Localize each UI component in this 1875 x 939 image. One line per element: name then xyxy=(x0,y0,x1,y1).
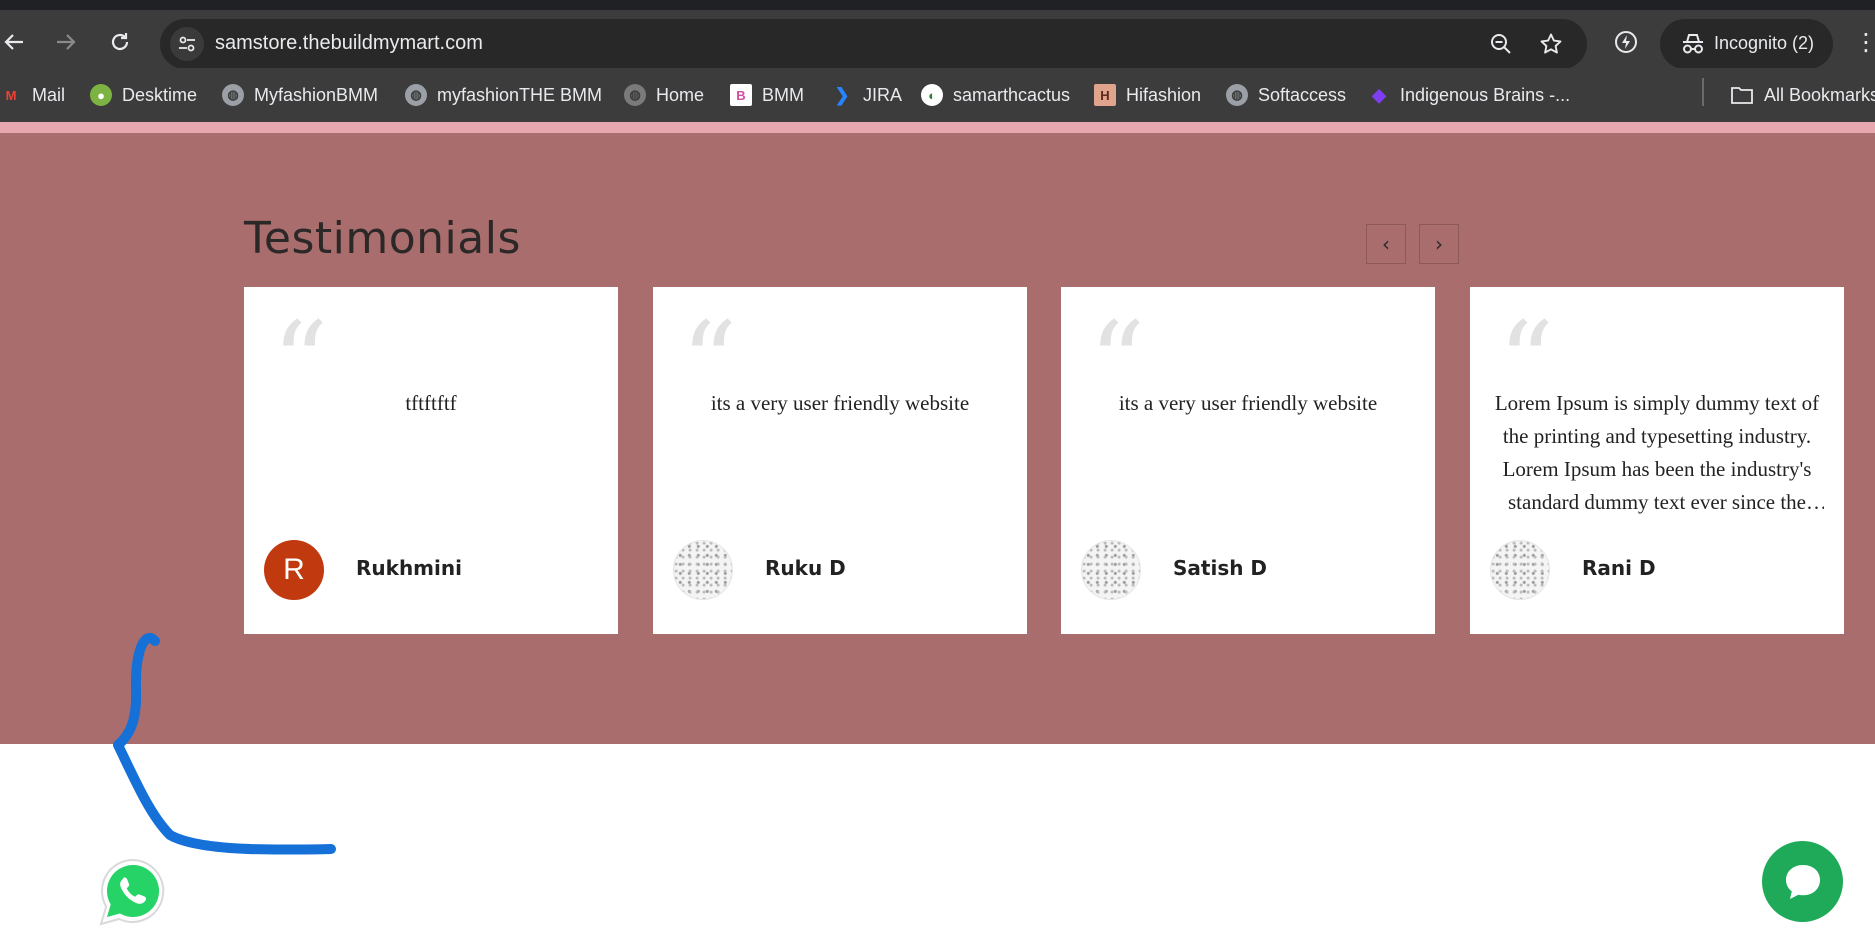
bookmark-jira[interactable]: ❯ JIRA xyxy=(831,80,902,110)
bmm-icon: B xyxy=(730,84,752,106)
bookmark-label: samarthcactus xyxy=(953,84,1071,105)
folder-icon xyxy=(1731,87,1753,104)
performance-button[interactable] xyxy=(1608,24,1644,60)
arrow-right-icon xyxy=(57,34,76,50)
site-info-button[interactable] xyxy=(170,27,204,61)
gmail-icon: M xyxy=(5,87,17,103)
energy-saver-icon xyxy=(1615,31,1637,53)
chat-bubble-icon xyxy=(1785,864,1820,899)
bookmark-label: Indigenous Brains -... xyxy=(1400,84,1571,105)
testimonial-author: Satish D xyxy=(1173,556,1268,580)
whatsapp-icon xyxy=(99,858,165,926)
samarthcactus-icon: ◐ xyxy=(921,84,943,106)
browser-toolbar: samstore.thebuildmymart.com Incognito (2… xyxy=(0,0,1875,69)
reload-icon xyxy=(111,33,129,51)
bookmark-label: JIRA xyxy=(863,84,903,105)
bookmark-softaccess[interactable]: ◍ Softaccess xyxy=(1226,80,1346,110)
header-accent-strip xyxy=(0,122,1875,133)
avatar: R xyxy=(264,540,324,600)
bookmark-label: All Bookmarks xyxy=(1764,84,1875,105)
testimonial-author: Ruku D xyxy=(765,556,846,580)
bookmark-indigenous-brains[interactable]: ◆ Indigenous Brains -... xyxy=(1368,80,1570,110)
bookmark-label: Mail xyxy=(32,84,66,105)
testimonial-author: Rani D xyxy=(1582,556,1656,580)
quote-icon: “ xyxy=(272,307,329,387)
bookmark-label: Softaccess xyxy=(1258,84,1347,105)
incognito-button[interactable]: Incognito (2) xyxy=(1660,19,1833,69)
bookmark-samarthcactus[interactable]: ◐ samarthcactus xyxy=(921,80,1070,110)
bookmark-label: BMM xyxy=(762,84,804,105)
incognito-icon xyxy=(1683,34,1703,54)
desktime-icon: ● xyxy=(90,84,112,106)
testimonial-card: “ Lorem Ipsum is simply dummy text of th… xyxy=(1470,287,1844,634)
live-chat-button[interactable] xyxy=(1762,841,1843,922)
back-button[interactable] xyxy=(0,24,32,60)
bookmark-label: MyfashionBMM xyxy=(254,84,379,105)
chevron-left-icon: ‹ xyxy=(1382,232,1390,256)
jira-icon: ❯ xyxy=(834,84,850,105)
hifashion-icon: H xyxy=(1094,84,1116,106)
bookmark-label: myfashionTHE BMM xyxy=(437,84,603,105)
bookmark-label: Home xyxy=(656,84,705,105)
testimonial-author: Rukhmini xyxy=(356,556,462,580)
bookmarks-bar: M Mail ● Desktime ◍ MyfashionBMM ◍ myfas… xyxy=(0,68,1875,122)
carousel-prev-button[interactable]: ‹ xyxy=(1366,224,1406,264)
globe-icon: ◍ xyxy=(1226,84,1248,106)
testimonial-card: “ its a very user friendly website Satis… xyxy=(1061,287,1435,634)
address-bar[interactable]: samstore.thebuildmymart.com xyxy=(160,19,1587,69)
avatar-letter: R xyxy=(283,553,305,586)
globe-icon: ◍ xyxy=(222,84,244,106)
whatsapp-button[interactable] xyxy=(96,855,170,929)
tune-icon xyxy=(179,36,195,52)
testimonial-card: “ its a very user friendly website Ruku … xyxy=(653,287,1027,634)
carousel-next-button[interactable]: › xyxy=(1419,224,1459,264)
reload-button[interactable] xyxy=(102,24,138,60)
bookmark-myfashionbmm[interactable]: ◍ MyfashionBMM xyxy=(222,80,378,110)
avatar xyxy=(673,540,733,600)
avatar xyxy=(1081,540,1141,600)
testimonial-text: Lorem Ipsum is simply dummy text of the … xyxy=(1494,391,1820,514)
quote-icon: “ xyxy=(1498,307,1555,387)
quote-icon: “ xyxy=(1089,307,1146,387)
star-icon xyxy=(1540,33,1562,54)
testimonial-text: its a very user friendly website xyxy=(1118,391,1378,415)
zoom-button[interactable] xyxy=(1486,29,1516,59)
zoom-out-icon xyxy=(1491,34,1511,54)
testimonials-section: Testimonials ‹ › “ tftftftf R Rukhmini “… xyxy=(0,133,1875,744)
bookmark-label: Hifashion xyxy=(1126,84,1202,105)
chevron-right-icon: › xyxy=(1435,232,1443,256)
menu-button[interactable]: ⋮ xyxy=(1848,24,1875,60)
indigenous-brains-icon: ◆ xyxy=(1372,84,1386,105)
incognito-label: Incognito (2) xyxy=(1714,33,1815,53)
arrow-left-icon xyxy=(4,34,23,50)
forward-button[interactable] xyxy=(48,24,84,60)
bookmark-label: Desktime xyxy=(122,84,198,105)
url-text[interactable]: samstore.thebuildmymart.com xyxy=(215,32,483,55)
section-title: Testimonials xyxy=(244,213,521,264)
globe-icon: ◍ xyxy=(405,84,427,106)
bookmark-myfashionthebmm[interactable]: ◍ myfashionTHE BMM xyxy=(405,80,602,110)
all-bookmarks-button[interactable]: All Bookmarks xyxy=(1730,80,1875,110)
bookmarks-divider xyxy=(1702,78,1704,106)
bookmark-desktime[interactable]: ● Desktime xyxy=(90,80,197,110)
bookmark-mail[interactable]: M Mail xyxy=(0,80,65,110)
globe-icon: ◍ xyxy=(624,84,646,106)
bookmark-star-button[interactable] xyxy=(1536,29,1566,59)
more-vert-icon: ⋮ xyxy=(1854,28,1875,56)
testimonial-text: its a very user friendly website xyxy=(710,391,970,415)
bookmark-bmm[interactable]: B BMM xyxy=(730,80,804,110)
testimonial-text: tftftftf xyxy=(405,391,457,415)
bookmark-home[interactable]: ◍ Home xyxy=(624,80,704,110)
bookmark-hifashion[interactable]: H Hifashion xyxy=(1094,80,1201,110)
quote-icon: “ xyxy=(681,307,738,387)
avatar xyxy=(1490,540,1550,600)
testimonial-card: “ tftftftf R Rukhmini xyxy=(244,287,618,634)
